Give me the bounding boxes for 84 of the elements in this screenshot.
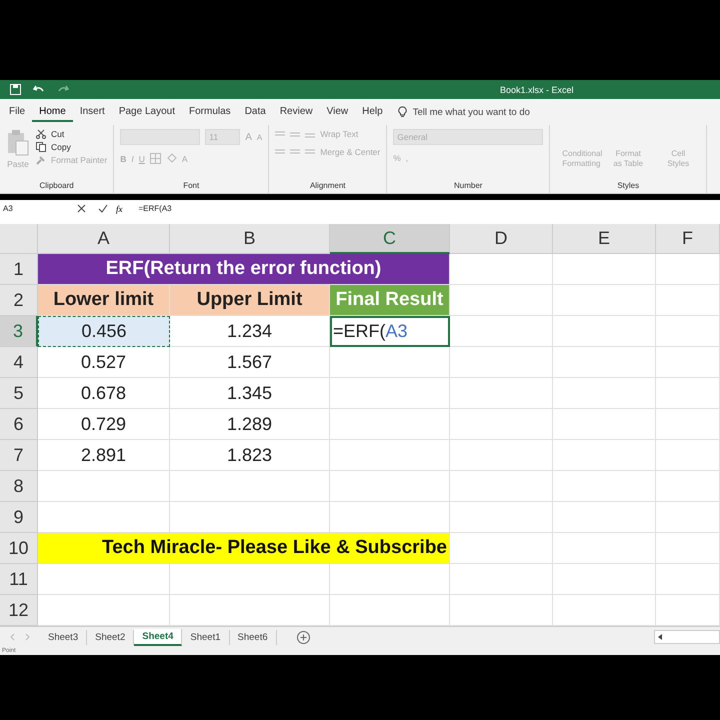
empty-cell xyxy=(656,533,720,564)
lightbulb-icon xyxy=(398,106,407,118)
banner-cell: Tech Miracle- Please Like & Subscribe xyxy=(38,533,450,564)
cut-label[interactable]: Cut xyxy=(51,129,64,139)
column-header[interactable]: B xyxy=(170,224,330,254)
align-icon[interactable] xyxy=(275,130,316,138)
window-title: Book1.xlsx - Excel xyxy=(500,84,574,94)
header-cell: Final Result xyxy=(330,285,450,316)
table-cell: 2.891 xyxy=(38,440,170,471)
row-header[interactable]: 11 xyxy=(0,564,38,595)
menu-tab[interactable]: Insert xyxy=(72,102,112,122)
empty-cell xyxy=(656,316,720,347)
column-header[interactable]: C xyxy=(330,224,450,254)
insert-function-button[interactable]: fx xyxy=(116,204,122,214)
table-cell: 1.234 xyxy=(170,316,330,347)
group-label: Number xyxy=(453,181,484,192)
empty-cell xyxy=(656,347,720,378)
menu-tab[interactable]: Home xyxy=(32,102,73,122)
menu-tab[interactable]: Page Layout xyxy=(112,102,182,122)
table-cell: 1.345 xyxy=(170,378,330,409)
check-icon[interactable] xyxy=(98,204,108,213)
row-header[interactable]: 3 xyxy=(0,316,38,347)
row-header[interactable]: 9 xyxy=(0,502,38,533)
menu-tab[interactable]: Formulas xyxy=(182,102,238,122)
group-label: Styles xyxy=(616,181,640,192)
table-cell: 1.823 xyxy=(170,440,330,471)
empty-cell xyxy=(656,564,720,595)
clipboard-icon[interactable] xyxy=(6,129,30,157)
table-cell: 0.729 xyxy=(38,409,170,440)
empty-cell xyxy=(656,502,720,533)
scissors-icon[interactable] xyxy=(36,129,46,139)
header-cell: Lower limit xyxy=(38,285,170,316)
menu-tab[interactable]: Data xyxy=(238,102,273,122)
sheet-tab[interactable]: Sheet1 xyxy=(182,630,230,644)
undo-icon[interactable] xyxy=(33,84,45,94)
font-name-field[interactable] xyxy=(120,129,200,145)
empty-cell xyxy=(656,440,720,471)
sheet-tab[interactable]: Sheet4 xyxy=(134,628,182,646)
row-header[interactable]: 5 xyxy=(0,378,38,409)
copy-label[interactable]: Copy xyxy=(51,142,71,152)
menu-tab[interactable]: Help xyxy=(355,102,390,122)
copy-icon[interactable] xyxy=(36,142,46,152)
column-header[interactable]: A xyxy=(38,224,170,254)
table-cell: 1.567 xyxy=(170,347,330,378)
table-cell: 0.678 xyxy=(38,378,170,409)
sheet-tab[interactable]: Sheet6 xyxy=(230,630,277,644)
menu-tab[interactable]: View xyxy=(320,102,356,122)
borders-icon[interactable] xyxy=(150,153,161,164)
row-header[interactable]: 2 xyxy=(0,285,38,316)
search-field[interactable]: Tell me what you want to do xyxy=(410,106,565,118)
row-header[interactable]: 4 xyxy=(0,347,38,378)
row-header[interactable]: 6 xyxy=(0,409,38,440)
column-header[interactable]: F xyxy=(656,224,720,254)
header-cell: Upper Limit xyxy=(170,285,330,316)
group-label: Alignment xyxy=(308,181,347,192)
empty-cell xyxy=(656,285,720,316)
add-sheet-icon[interactable] xyxy=(296,630,310,644)
formula-field[interactable]: =ERF(A3 xyxy=(130,204,172,213)
row-header[interactable]: 12 xyxy=(0,595,38,626)
row-header[interactable]: 8 xyxy=(0,471,38,502)
sheet-tab[interactable]: Sheet3 xyxy=(40,630,88,644)
table-cell: 0.527 xyxy=(38,347,170,378)
row-header[interactable]: 10 xyxy=(0,533,38,564)
cancel-icon[interactable] xyxy=(77,204,86,213)
group-label: Font xyxy=(182,181,200,192)
menu-tab[interactable]: File xyxy=(2,102,32,122)
table-cell: 1.289 xyxy=(170,409,330,440)
empty-cell xyxy=(656,378,720,409)
column-header[interactable]: D xyxy=(450,224,553,254)
table-cell: 0.456 xyxy=(38,316,170,347)
menu-tab[interactable]: Review xyxy=(272,102,320,122)
title-cell: ERF(Return the error function) xyxy=(38,254,450,285)
column-header[interactable]: E xyxy=(553,224,656,254)
table-cell: =ERF(A3 xyxy=(330,316,450,347)
name-box[interactable]: A3 xyxy=(0,204,65,213)
select-all-button[interactable] xyxy=(0,224,38,254)
save-icon[interactable] xyxy=(10,84,21,95)
row-header[interactable]: 7 xyxy=(0,440,38,471)
empty-cell xyxy=(656,409,720,440)
align-icon[interactable] xyxy=(275,148,316,156)
empty-cell xyxy=(656,254,720,285)
group-label: Clipboard xyxy=(38,181,75,192)
empty-cell xyxy=(656,471,720,502)
row-header[interactable]: 1 xyxy=(0,254,38,285)
